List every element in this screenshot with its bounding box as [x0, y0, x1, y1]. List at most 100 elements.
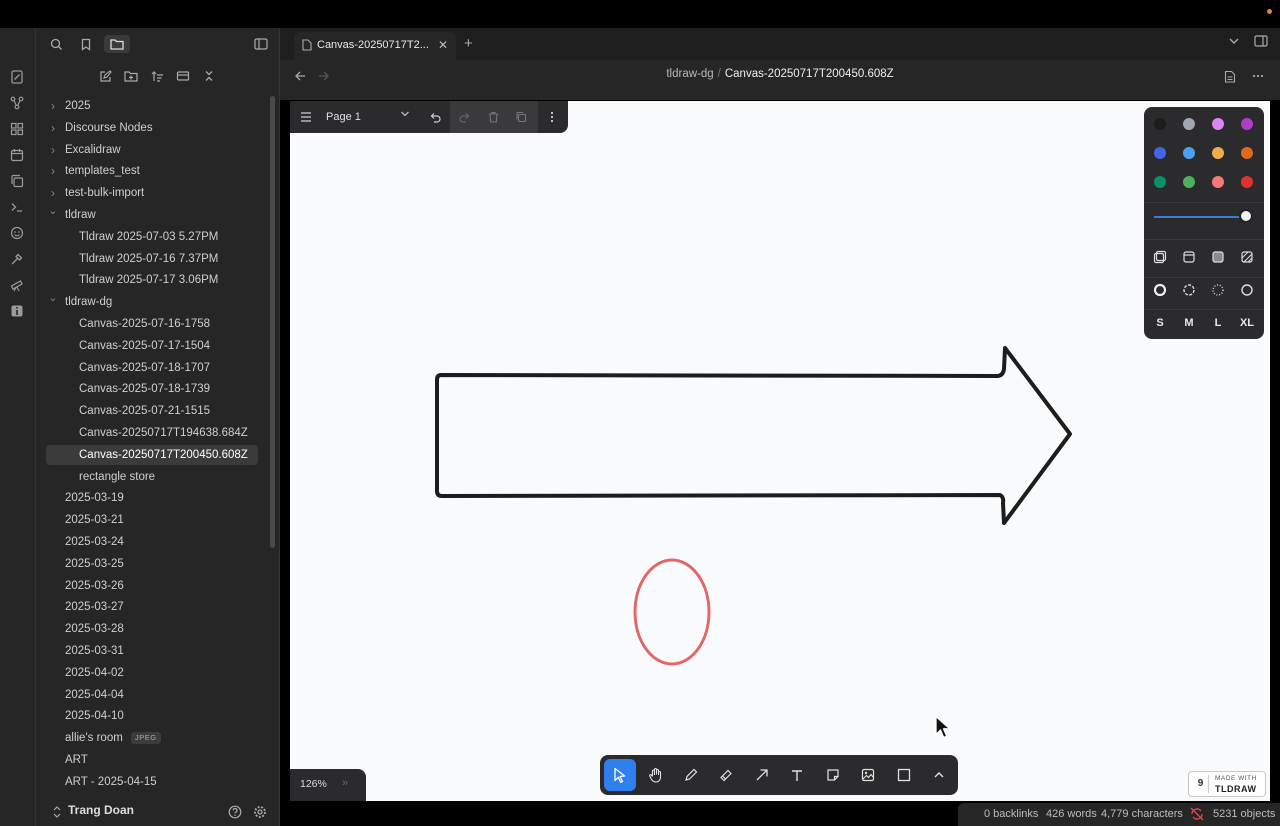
arrow-tool-icon[interactable] [746, 759, 778, 791]
tree-file[interactable]: 2025-03-26 [46, 576, 258, 596]
fill-semi-icon[interactable] [1181, 249, 1197, 265]
opacity-slider-track[interactable] [1154, 216, 1244, 218]
duplicate-icon[interactable] [508, 101, 534, 133]
color-swatch[interactable] [1183, 176, 1195, 188]
tree-file[interactable]: ART [46, 750, 258, 770]
color-swatch[interactable] [1183, 147, 1195, 159]
files-icon[interactable] [8, 68, 26, 86]
chevron-down-icon[interactable]: ⌄ [46, 288, 60, 308]
hand-tool-icon[interactable] [640, 759, 672, 791]
settings-gear-icon[interactable] [251, 803, 269, 821]
tools-icon[interactable] [8, 250, 26, 268]
vault-switcher-icon[interactable] [48, 803, 66, 821]
reading-view-icon[interactable] [1224, 70, 1236, 86]
tree-file[interactable]: Canvas-2025-07-16-1758 [46, 314, 258, 334]
vault-name[interactable]: Trang Doan [68, 803, 134, 817]
size-l-button[interactable]: L [1206, 315, 1230, 331]
tree-folder[interactable]: ⌄ tldraw-dg [46, 292, 258, 312]
tree-file[interactable]: 2025-03-24 [46, 532, 258, 552]
expand-minimap-icon[interactable]: » [342, 777, 348, 789]
more-tools-icon[interactable] [923, 759, 955, 791]
tree-file[interactable]: Canvas-2025-07-18-1739 [46, 379, 258, 399]
graph-view-icon[interactable] [8, 94, 26, 112]
draw-tool-icon[interactable] [675, 759, 707, 791]
tree-file[interactable]: 2025-03-19 [46, 488, 258, 508]
eraser-tool-icon[interactable] [710, 759, 742, 791]
fill-solid-icon[interactable] [1210, 249, 1226, 265]
canvas-grid-icon[interactable] [8, 120, 26, 138]
tree-file[interactable]: 2025-03-27 [46, 597, 258, 617]
ellipse-shape[interactable] [633, 558, 711, 666]
dash-dashed-icon[interactable] [1181, 282, 1197, 298]
tree-folder[interactable]: › Discourse Nodes [46, 118, 258, 138]
fill-none-icon[interactable] [1152, 249, 1168, 265]
tree-file[interactable]: Canvas-20250717T194638.684Z [46, 423, 258, 443]
color-swatch[interactable] [1212, 176, 1224, 188]
tree-file[interactable]: Tldraw 2025-07-16 7.37PM [46, 249, 258, 269]
tree-file[interactable]: Canvas-2025-07-18-1707 [46, 358, 258, 378]
select-tool-icon[interactable] [604, 759, 636, 791]
tree-folder[interactable]: › Excalidraw [46, 140, 258, 160]
more-options-icon[interactable] [1252, 70, 1264, 85]
copy-icon[interactable] [8, 172, 26, 190]
sync-disabled-icon[interactable] [1190, 807, 1204, 824]
tldraw-canvas[interactable]: Page 1 S M L XL 126% » 9 MADE WITH TLDRA… [290, 101, 1270, 801]
chevron-right-icon[interactable]: › [46, 118, 60, 138]
backlinks-count[interactable]: 0 backlinks [984, 808, 1038, 820]
color-swatch[interactable] [1212, 118, 1224, 130]
chevron-right-icon[interactable]: › [46, 161, 60, 181]
zoom-level[interactable]: 126% [300, 778, 327, 790]
chevron-down-icon[interactable] [1228, 35, 1240, 50]
tree-file[interactable]: Tldraw 2025-07-03 5.27PM [46, 227, 258, 247]
tree-file[interactable]: Tldraw 2025-07-17 3.06PM [46, 270, 258, 290]
terminal-icon[interactable] [8, 198, 26, 216]
new-tab-icon[interactable]: + [464, 35, 473, 52]
chevron-down-icon[interactable]: ⌄ [46, 201, 60, 221]
chevron-down-icon[interactable] [400, 101, 410, 133]
color-swatch[interactable] [1183, 118, 1195, 130]
arrow-shape[interactable] [435, 346, 1072, 525]
plugin-icon[interactable] [8, 302, 26, 320]
right-sidebar-toggle-icon[interactable] [1254, 35, 1268, 50]
color-swatch[interactable] [1212, 147, 1224, 159]
telescope-icon[interactable] [8, 276, 26, 294]
new-folder-icon[interactable] [122, 67, 140, 85]
help-icon[interactable] [226, 803, 244, 821]
breadcrumb-parent[interactable]: tldraw-dg [666, 68, 713, 80]
redo-icon[interactable] [452, 101, 478, 133]
tab-canvas[interactable]: Canvas-20250717T2... ✕ [294, 32, 456, 60]
tree-folder[interactable]: › test-bulk-import [46, 183, 258, 203]
tree-folder[interactable]: › templates_test [46, 161, 258, 181]
size-s-button[interactable]: S [1148, 315, 1172, 331]
emoji-icon[interactable] [8, 224, 26, 242]
color-swatch[interactable] [1154, 147, 1166, 159]
color-swatch[interactable] [1241, 147, 1253, 159]
tree-file[interactable]: Canvas-20250717T200450.608Z [46, 444, 258, 465]
tree-file[interactable]: Canvas-2025-07-21-1515 [46, 401, 258, 421]
chevron-right-icon[interactable]: › [46, 140, 60, 160]
undo-icon[interactable] [422, 101, 448, 133]
breadcrumb-current[interactable]: Canvas-20250717T200450.608Z [725, 68, 894, 80]
color-swatch[interactable] [1241, 176, 1253, 188]
auto-reveal-icon[interactable] [174, 67, 192, 85]
tree-file[interactable]: 2025-03-25 [46, 554, 258, 574]
note-tool-icon[interactable] [817, 759, 849, 791]
sort-icon[interactable] [148, 67, 166, 85]
image-tool-icon[interactable] [852, 759, 884, 791]
color-swatch[interactable] [1154, 176, 1166, 188]
search-icon[interactable] [45, 35, 67, 53]
dash-dotted-icon[interactable] [1210, 282, 1226, 298]
dash-solid-icon[interactable] [1239, 282, 1255, 298]
tree-file[interactable]: 2025-03-21 [46, 510, 258, 530]
tree-file[interactable]: 2025-04-10 [46, 706, 258, 726]
text-tool-icon[interactable] [781, 759, 813, 791]
chevron-right-icon[interactable]: › [46, 96, 60, 116]
sidebar-toggle-icon[interactable] [250, 35, 272, 53]
main-menu-icon[interactable] [294, 101, 318, 133]
sidebar-scrollbar[interactable] [270, 96, 275, 548]
tree-file[interactable]: 2025-03-31 [46, 641, 258, 661]
tree-file[interactable]: ART - 2025-04-15 [46, 772, 258, 792]
tree-file[interactable]: 2025-03-28 [46, 619, 258, 639]
dash-draw-icon[interactable] [1152, 282, 1168, 298]
close-icon[interactable]: ✕ [436, 38, 450, 52]
